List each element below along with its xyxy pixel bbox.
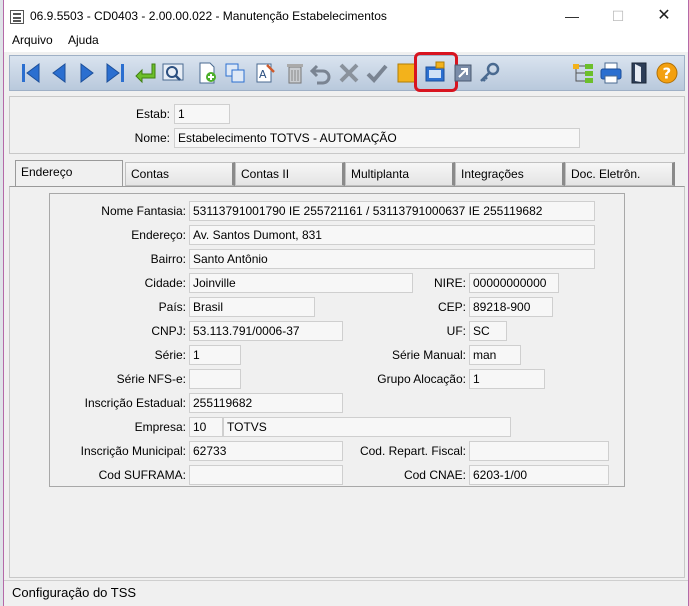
bairro-label: Bairro:	[150, 252, 186, 266]
header-panel: Estab: 1 Nome: Estabelecimento TOTVS - A…	[9, 96, 685, 154]
cnpj-label: CNPJ:	[151, 324, 186, 338]
serie-label: Série:	[154, 348, 186, 362]
cod-cnae-field[interactable]: 6203-1/00	[469, 465, 609, 485]
menu-bar: Arquivo Ajuda	[4, 32, 688, 52]
import-icon[interactable]	[450, 60, 476, 86]
cod-suframa-field[interactable]	[189, 465, 343, 485]
status-bar: Configuração do TSS	[4, 580, 688, 606]
menu-arquivo[interactable]: Arquivo	[12, 33, 53, 47]
uf-field[interactable]: SC	[469, 321, 507, 341]
cod-repart-fiscal-label: Cod. Repart. Fiscal:	[359, 444, 466, 458]
edit-record-icon[interactable]: A	[252, 60, 278, 86]
last-record-icon[interactable]	[102, 60, 128, 86]
app-icon	[10, 10, 24, 24]
empresa-codigo-field[interactable]: 10	[189, 417, 223, 437]
inscricao-municipal-label: Inscrição Municipal:	[80, 444, 186, 458]
hierarchy-icon[interactable]	[570, 60, 596, 86]
tab-integracoes[interactable]: Integrações	[455, 162, 565, 186]
svg-text:?: ?	[663, 65, 672, 83]
application-window: 06.9.5503 - CD0403 - 2.00.00.022 - Manut…	[3, 0, 689, 606]
toolbar: A ?	[9, 52, 685, 92]
inscricao-estadual-label: Inscrição Estadual:	[84, 396, 186, 410]
tab-doc-eletron[interactable]: Doc. Eletrôn.	[565, 162, 675, 186]
empresa-nome-field[interactable]: TOTVS	[223, 417, 511, 437]
status-text: Configuração do TSS	[12, 585, 137, 600]
serie-nfse-label: Série NFS-e:	[116, 372, 186, 386]
grupo-alocacao-label: Grupo Alocação:	[377, 372, 466, 386]
pais-label: País:	[158, 300, 186, 314]
undo-icon[interactable]	[308, 60, 334, 86]
address-form: Nome Fantasia: 53113791001790 IE 2557211…	[49, 193, 625, 487]
window-title: 06.9.5503 - CD0403 - 2.00.00.022 - Manut…	[30, 9, 387, 23]
serie-manual-label: Série Manual:	[391, 348, 466, 362]
previous-record-icon[interactable]	[46, 60, 72, 86]
uf-label: UF:	[446, 324, 466, 338]
cidade-label: Cidade:	[144, 276, 186, 290]
goto-icon[interactable]	[132, 60, 158, 86]
nome-label: Nome:	[134, 131, 170, 145]
cod-suframa-label: Cod SUFRAMA:	[98, 468, 186, 482]
confirm-icon[interactable]	[364, 60, 390, 86]
inscricao-estadual-field[interactable]: 255119682	[189, 393, 343, 413]
svg-text:A: A	[259, 68, 267, 81]
new-record-icon[interactable]	[194, 60, 220, 86]
cancel-icon[interactable]	[336, 60, 362, 86]
copy-record-icon[interactable]	[222, 60, 248, 86]
tab-strip: Endereço Contas Contas II Multiplanta In…	[9, 160, 685, 188]
maximize-button[interactable]: ☐	[598, 4, 638, 28]
tab-multiplanta[interactable]: Multiplanta	[345, 162, 455, 186]
nome-fantasia-label: Nome Fantasia:	[101, 204, 186, 218]
search-icon[interactable]	[160, 60, 186, 86]
nome-field[interactable]: Estabelecimento TOTVS - AUTOMAÇÃO	[174, 128, 580, 148]
serie-manual-field[interactable]: man	[469, 345, 521, 365]
nire-label: NIRE:	[433, 276, 466, 290]
cep-field[interactable]: 89218-900	[469, 297, 553, 317]
pais-field[interactable]: Brasil	[189, 297, 315, 317]
cod-repart-fiscal-field[interactable]	[469, 441, 609, 461]
minimize-button[interactable]: —	[552, 4, 592, 28]
grupo-alocacao-field[interactable]: 1	[469, 369, 545, 389]
key-icon[interactable]	[476, 60, 502, 86]
inscricao-municipal-field[interactable]: 62733	[189, 441, 343, 461]
tab-contas[interactable]: Contas	[125, 162, 235, 186]
first-record-icon[interactable]	[18, 60, 44, 86]
tab-content-panel: Nome Fantasia: 53113791001790 IE 2557211…	[9, 186, 685, 578]
delete-record-icon[interactable]	[282, 60, 308, 86]
tab-endereco[interactable]: Endereço	[15, 160, 123, 188]
estab-field[interactable]: 1	[174, 104, 230, 124]
tab-contas-ii[interactable]: Contas II	[235, 162, 345, 186]
empresa-label: Empresa:	[134, 420, 186, 434]
estab-label: Estab:	[135, 107, 170, 121]
cod-cnae-label: Cod CNAE:	[403, 468, 466, 482]
cep-label: CEP:	[437, 300, 466, 314]
serie-field[interactable]: 1	[189, 345, 241, 365]
endereco-label: Endereço:	[131, 228, 186, 242]
print-icon[interactable]	[598, 60, 624, 86]
title-bar: 06.9.5503 - CD0403 - 2.00.00.022 - Manut…	[4, 0, 688, 32]
nome-fantasia-field[interactable]: 53113791001790 IE 255721161 / 5311379100…	[189, 201, 595, 221]
endereco-field[interactable]: Av. Santos Dumont, 831	[189, 225, 595, 245]
close-button[interactable]: ✕	[644, 4, 684, 28]
bairro-field[interactable]: Santo Antônio	[189, 249, 595, 269]
help-icon[interactable]: ?	[654, 60, 680, 86]
serie-nfse-field[interactable]	[189, 369, 241, 389]
menu-ajuda[interactable]: Ajuda	[68, 33, 99, 47]
exit-icon[interactable]	[626, 60, 652, 86]
next-record-icon[interactable]	[74, 60, 100, 86]
cnpj-field[interactable]: 53.113.791/0006-37	[189, 321, 343, 341]
nire-field[interactable]: 00000000000	[469, 273, 559, 293]
